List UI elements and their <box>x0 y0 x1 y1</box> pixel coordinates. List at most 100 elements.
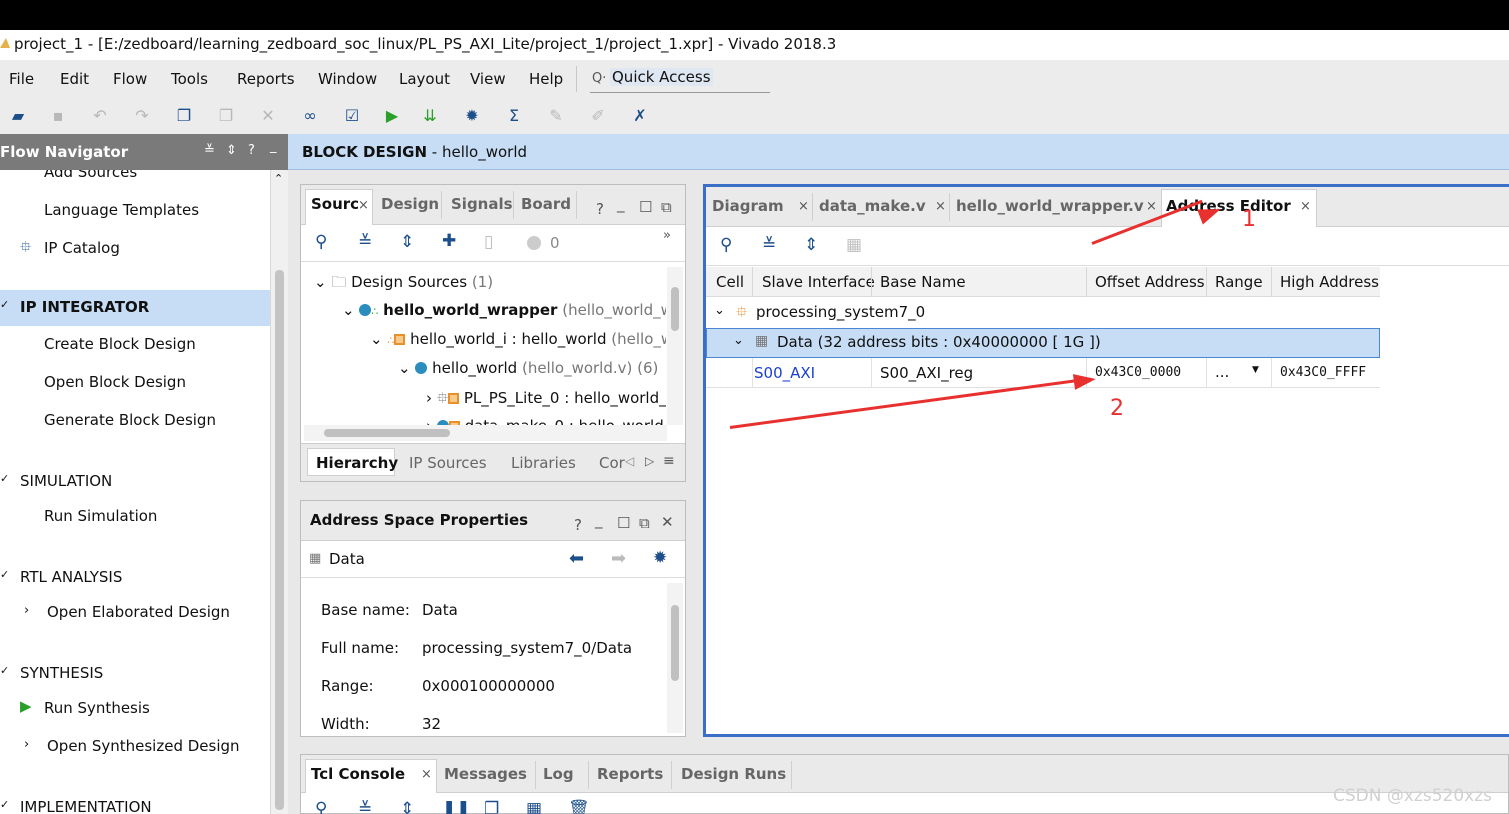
forward-arrow-icon[interactable]: ➡ <box>611 548 626 569</box>
float-icon[interactable]: ⧉ <box>661 198 672 216</box>
wrapper-node[interactable]: hello_world_wrapper <box>383 301 557 319</box>
tab-design-runs[interactable]: Design Runs <box>681 765 786 783</box>
tab-reports[interactable]: Reports <box>597 765 663 783</box>
tab-signals[interactable]: Signals <box>451 195 513 213</box>
expand-all-icon[interactable]: ⇕ <box>804 235 818 255</box>
tree-row-processing-system[interactable]: ⌄ ⯐ processing_system7_0 <box>706 298 1380 328</box>
chevron-down-icon[interactable]: ⌄ <box>398 359 411 377</box>
help-icon[interactable]: ? <box>574 516 582 534</box>
tab-hierarchy[interactable]: Hierarchy <box>316 454 398 472</box>
scrollbar-thumb[interactable] <box>275 270 284 810</box>
synthesis-section[interactable]: ✓ SYNTHESIS <box>0 656 270 692</box>
table-icon[interactable]: ▦ <box>526 799 542 814</box>
redo-icon[interactable]: ↷ <box>130 104 154 128</box>
tab-sources[interactable]: Sourc <box>311 195 359 213</box>
col-high-address[interactable]: High Address <box>1280 273 1379 291</box>
tab-board[interactable]: Board <box>521 195 571 213</box>
tab-tcl-console[interactable]: Tcl Console <box>311 765 405 783</box>
menu-edit[interactable]: Edit <box>60 70 89 88</box>
close-icon[interactable]: × <box>1300 199 1311 214</box>
add-sources-item[interactable]: Add Sources <box>44 170 137 181</box>
scroll-left-icon[interactable]: ◁ <box>625 454 634 468</box>
data-make-node[interactable]: data_make_0 : hello_world_i <box>465 417 666 425</box>
rtl-analysis-section[interactable]: ✓ RTL ANALYSIS <box>0 560 270 596</box>
sources-hscrollbar[interactable] <box>304 425 667 441</box>
auto-assign-icon[interactable]: ▦ <box>846 235 862 255</box>
chevron-right-icon[interactable]: › <box>24 737 29 752</box>
settings-gear-icon[interactable]: ✹ <box>653 548 667 568</box>
simulation-section[interactable]: ✓ SIMULATION <box>0 464 270 500</box>
expand-icon[interactable]: ⇕ <box>226 143 237 158</box>
chevron-down-icon[interactable]: ⌄ <box>370 330 383 348</box>
settings-gear-icon[interactable]: ✹ <box>460 104 484 128</box>
chevron-right-icon[interactable]: › <box>24 603 29 618</box>
flow-navigator-scrollbar[interactable]: ⌃ <box>270 170 288 814</box>
collapse-all-icon[interactable]: ≚ <box>204 143 215 158</box>
menu-reports[interactable]: Reports <box>237 70 295 88</box>
delete-icon[interactable]: ✕ <box>256 104 280 128</box>
close-icon[interactable]: × <box>358 198 369 213</box>
copy-icon[interactable]: ❐ <box>172 104 196 128</box>
save-icon[interactable]: ▪ <box>46 104 70 128</box>
quick-access-search[interactable]: Q· Quick Access <box>590 67 770 93</box>
search-icon[interactable]: ⚲ <box>720 235 732 255</box>
collapse-all-icon[interactable]: ≚ <box>762 235 776 255</box>
chevron-right-icon[interactable]: › <box>426 417 432 425</box>
col-slave-interface[interactable]: Slave Interface <box>762 273 875 291</box>
binoculars-icon[interactable]: ∞ <box>298 104 322 128</box>
tab-compile-order[interactable]: Cor <box>599 454 625 472</box>
implementation-section[interactable]: ✓ IMPLEMENTATION <box>0 790 270 814</box>
copy-icon[interactable]: ❐ <box>484 799 499 814</box>
chevron-down-icon[interactable]: ⌄ <box>314 273 327 291</box>
col-range[interactable]: Range <box>1215 273 1263 291</box>
tab-log[interactable]: Log <box>543 765 574 783</box>
hello-world-instance-node[interactable]: hello_world_i : hello_world <box>410 330 606 348</box>
chevron-down-icon[interactable]: ⌄ <box>342 301 355 319</box>
close-icon[interactable]: × <box>798 199 809 214</box>
open-elaborated-design-item[interactable]: Open Elaborated Design <box>47 603 230 621</box>
menu-view[interactable]: View <box>470 70 506 88</box>
run-simulation-item[interactable]: Run Simulation <box>44 507 157 525</box>
open-block-design-item[interactable]: Open Block Design <box>44 373 186 391</box>
col-cell[interactable]: Cell <box>716 273 744 291</box>
tab-data-make[interactable]: data_make.v <box>819 197 926 215</box>
design-sources-node[interactable]: Design Sources <box>351 273 467 291</box>
chevron-down-icon[interactable]: ⌄ <box>733 333 744 348</box>
expand-all-icon[interactable]: ⇕ <box>400 232 414 252</box>
run-icon[interactable]: ▶ <box>380 104 404 128</box>
delete-icon[interactable]: 🗑 <box>568 799 590 814</box>
collapse-all-icon[interactable]: ≚ <box>358 799 372 814</box>
paste-icon[interactable]: ❐ <box>214 104 238 128</box>
hello-world-node[interactable]: hello_world <box>432 359 517 377</box>
tab-hello-world-wrapper[interactable]: hello_world_wrapper.v <box>956 197 1144 215</box>
menu-flow[interactable]: Flow <box>113 70 147 88</box>
maximize-icon[interactable]: ☐ <box>639 198 652 216</box>
offset-address-value[interactable]: 0x43C0_0000 <box>1095 365 1181 380</box>
debug-icon[interactable]: ✎ <box>544 104 568 128</box>
scrollbar-thumb[interactable] <box>324 429 450 437</box>
expand-all-icon[interactable]: ⇕ <box>400 799 414 814</box>
tab-messages[interactable]: Messages <box>444 765 527 783</box>
cell-link[interactable]: S00_AXI <box>754 364 815 382</box>
open-project-icon[interactable]: ▰ <box>6 104 30 128</box>
menu-tools[interactable]: Tools <box>171 70 208 88</box>
open-synthesized-design-item[interactable]: Open Synthesized Design <box>47 737 240 755</box>
tab-design[interactable]: Design <box>381 195 439 213</box>
pl-ps-lite-node[interactable]: PL_PS_Lite_0 : hello_world_ <box>464 389 666 407</box>
range-select-value[interactable]: ... <box>1215 363 1229 381</box>
dropdown-arrow-icon[interactable]: ▼ <box>1252 365 1259 375</box>
chevron-right-icon[interactable]: › <box>426 389 432 407</box>
program-download-icon[interactable]: ⇊ <box>418 104 442 128</box>
sources-vscrollbar[interactable] <box>667 267 683 425</box>
search-icon[interactable]: ⚲ <box>315 232 327 252</box>
close-icon[interactable]: × <box>935 199 946 214</box>
menu-help[interactable]: Help <box>529 70 563 88</box>
language-templates-item[interactable]: Language Templates <box>44 201 199 219</box>
add-icon[interactable]: ✚ <box>442 231 456 251</box>
menu-icon[interactable]: ≡ <box>663 453 675 469</box>
checkbox-icon[interactable]: ☑ <box>340 104 364 128</box>
more-icon[interactable]: » <box>663 228 671 243</box>
run-synthesis-item[interactable]: Run Synthesis <box>44 699 150 717</box>
collapse-all-icon[interactable]: ≚ <box>358 232 372 252</box>
minimize-icon[interactable]: _ <box>595 511 603 529</box>
